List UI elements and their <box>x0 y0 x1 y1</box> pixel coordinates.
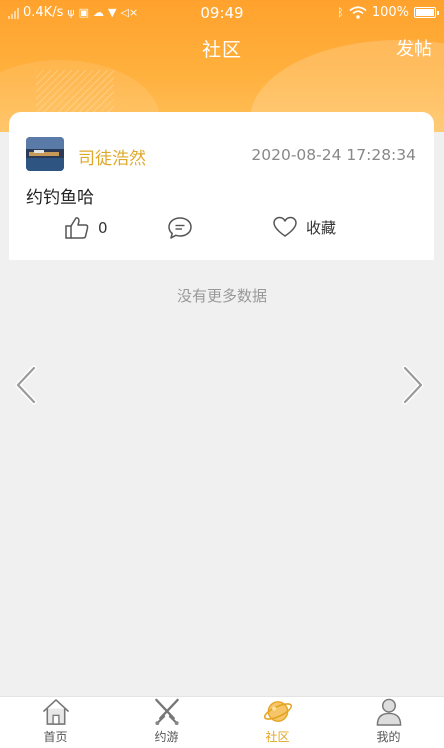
bottom-tab-bar: 首页 约游 社区 我的 <box>0 696 444 748</box>
crossed-swords-icon <box>154 698 179 726</box>
favorite-button[interactable]: 收藏 <box>272 216 336 238</box>
post-actions: 0 收藏 <box>9 212 434 246</box>
tab-trips[interactable]: 约游 <box>111 697 222 748</box>
tab-profile-label: 我的 <box>376 730 401 744</box>
tab-home[interactable]: 首页 <box>0 697 111 748</box>
bluetooth-icon: ᛒ <box>337 5 344 19</box>
battery-percent: 100% <box>371 5 409 20</box>
post-content: 约钓鱼哈 <box>26 188 94 208</box>
wifi-icon <box>349 6 367 19</box>
post-button[interactable]: 发帖 <box>396 35 432 61</box>
chevron-right-icon[interactable] <box>399 364 429 406</box>
tab-profile[interactable]: 我的 <box>333 697 444 748</box>
tab-community-label: 社区 <box>265 730 290 744</box>
battery-icon <box>414 7 439 18</box>
page-title: 社区 <box>201 39 242 61</box>
favorite-label: 收藏 <box>306 218 337 237</box>
tab-trips-label: 约游 <box>154 730 179 744</box>
tab-home-label: 首页 <box>43 730 68 744</box>
like-count: 0 <box>98 219 108 237</box>
author-name[interactable]: 司徒浩然 <box>78 144 146 169</box>
person-icon <box>376 698 401 726</box>
no-more-data-text: 没有更多数据 <box>176 287 267 305</box>
chevron-left-icon[interactable] <box>10 364 40 406</box>
thumbs-up-icon <box>65 217 89 239</box>
planet-icon <box>263 701 292 722</box>
heart-icon <box>273 216 297 237</box>
tab-community[interactable]: 社区 <box>222 697 333 748</box>
like-button[interactable]: 0 <box>64 216 108 240</box>
post-timestamp: 2020-08-24 17:28:34 <box>251 146 416 164</box>
post-card[interactable]: 司徒浩然 2020-08-24 17:28:34 约钓鱼哈 0 收藏 <box>9 112 434 260</box>
avatar[interactable] <box>26 137 64 171</box>
comment-button[interactable] <box>167 216 193 244</box>
comment-icon <box>168 217 192 239</box>
home-icon <box>42 699 69 725</box>
header-hatch-decoration <box>36 70 114 112</box>
status-bar: 0.4K/s ψ ▣ ☁ ▼ ◁× 09:49 ᛒ 100% <box>0 0 444 26</box>
